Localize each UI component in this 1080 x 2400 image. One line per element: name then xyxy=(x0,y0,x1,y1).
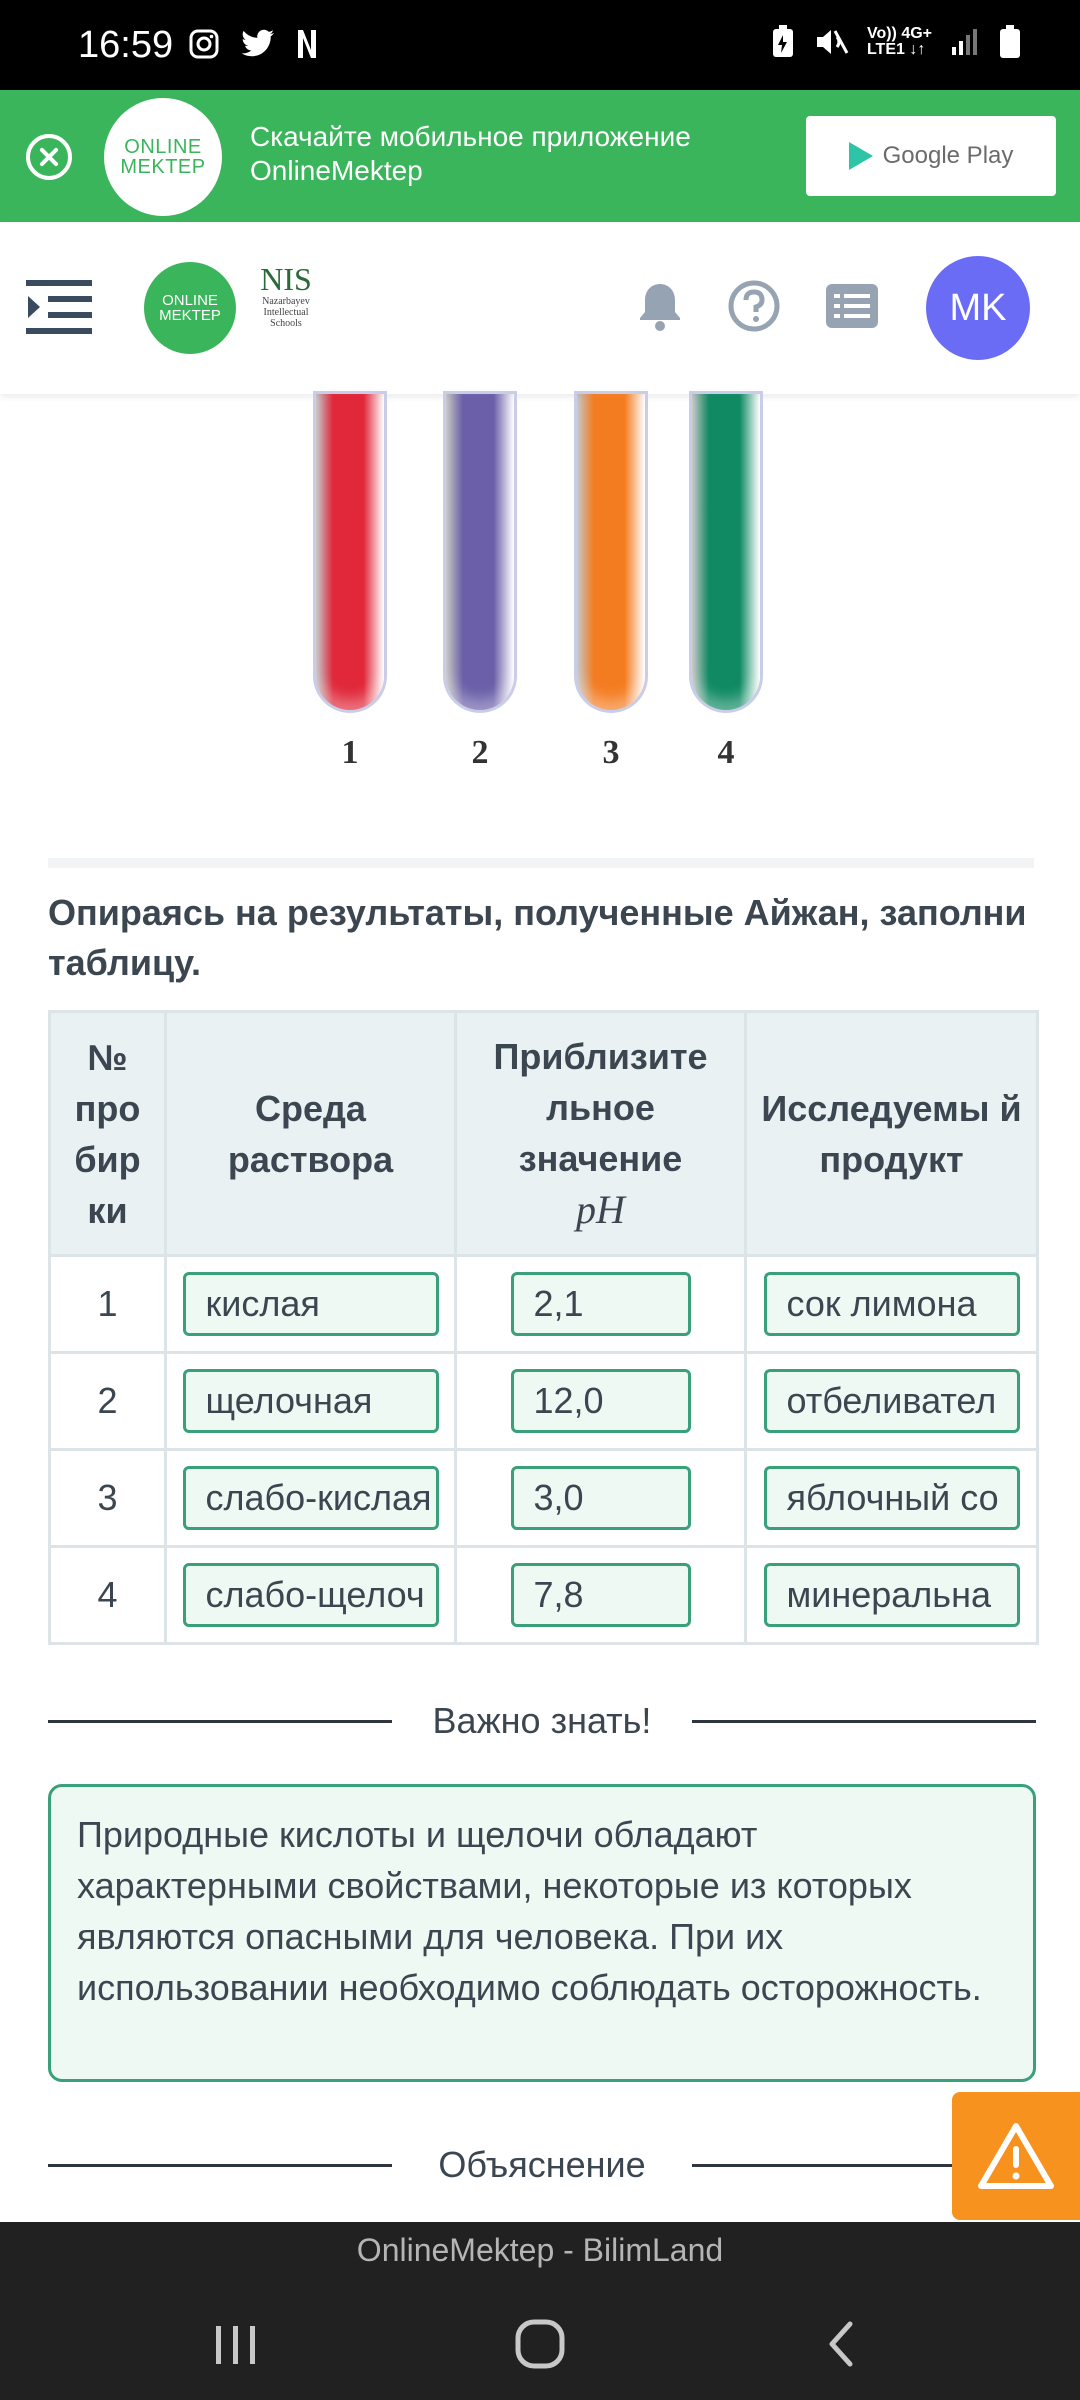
instagram-icon xyxy=(189,29,219,59)
medium-answer-field[interactable]: слабо-щелоч xyxy=(182,1563,439,1627)
ph-answer-field[interactable]: 7,8 xyxy=(510,1563,691,1627)
medium-answer-field[interactable]: кислая xyxy=(182,1272,439,1336)
medium-cell: щелочная xyxy=(164,1351,457,1451)
tube-label: 4 xyxy=(717,734,735,771)
row-number: 2 xyxy=(48,1351,167,1451)
product-answer-field[interactable]: отбеливател xyxy=(763,1369,1020,1433)
title-line-right xyxy=(692,1720,1036,1723)
test-tube-4 xyxy=(692,394,760,710)
status-bar: 16:59 Vo)) 4G+ LTE1 ↓↑ xyxy=(0,0,1080,90)
table-row: 4 слабо-щелоч 7,8 минеральна xyxy=(48,1545,1039,1645)
header-ph: Приблизите льное значение pH xyxy=(454,1010,747,1257)
menu-icon[interactable] xyxy=(26,278,92,338)
nis-sub1: Nazarbayev xyxy=(262,296,310,307)
table-row: 2 щелочная 12,0 отбеливател xyxy=(48,1351,1039,1451)
mute-icon xyxy=(816,30,849,54)
test-tubes-image: 1 2 3 4 xyxy=(0,394,1080,784)
bell-icon[interactable] xyxy=(632,278,688,334)
ph-cell: 3,0 xyxy=(454,1448,747,1548)
important-info-box: Природные кислоты и щелочи обладают хара… xyxy=(48,1784,1036,2082)
logo-line1: ONLINE xyxy=(162,292,218,309)
app-header: ONLINE MEKTEP NIS Nazarbayev Intellectua… xyxy=(0,222,1080,394)
test-tube-3 xyxy=(577,394,645,710)
logo-line2: MEKTEP xyxy=(159,307,221,324)
medium-cell: кислая xyxy=(164,1254,457,1354)
section-divider xyxy=(48,858,1034,868)
twitter-icon xyxy=(241,29,274,57)
test-tube-1 xyxy=(316,394,384,710)
table-header-row: № про бир ки Среда раствора Приблизите л… xyxy=(48,1010,1039,1257)
header-ph-label: Приблизите льное значение xyxy=(493,1036,708,1179)
product-cell: минеральна xyxy=(744,1545,1039,1645)
header-tube-number: № про бир ки xyxy=(48,1010,167,1257)
test-tube-2 xyxy=(446,394,514,710)
network-indicator: Vo)) 4G+ LTE1 ↓↑ xyxy=(867,26,932,58)
medium-answer-field[interactable]: щелочная xyxy=(182,1369,439,1433)
avatar[interactable]: MK xyxy=(926,256,1030,360)
nis-sub3: Schools xyxy=(270,318,302,329)
google-play-icon xyxy=(848,142,873,170)
explanation-section-title: Объяснение xyxy=(48,2140,1036,2190)
network-top-label: Vo)) 4G+ xyxy=(866,25,932,42)
network-bottom-label: LTE1 ↓↑ xyxy=(866,41,926,58)
logo-line1: ONLINE xyxy=(124,136,202,158)
product-answer-field[interactable]: яблочный со xyxy=(763,1466,1020,1530)
app-title-bar: OnlineMektep - BilimLand xyxy=(0,2222,1080,2286)
banner-text-line2: OnlineMektep xyxy=(250,155,423,186)
nis-logo: NIS Nazarbayev Intellectual Schools xyxy=(246,262,326,358)
recent-apps-icon[interactable] xyxy=(206,2314,266,2374)
row-number: 3 xyxy=(48,1448,167,1548)
ph-answer-field[interactable]: 3,0 xyxy=(510,1466,691,1530)
ph-cell: 7,8 xyxy=(454,1545,747,1645)
answer-table: № про бир ки Среда раствора Приблизите л… xyxy=(48,1010,1039,1645)
question-text: Опираясь на результаты, полученные Айжан… xyxy=(48,892,1027,983)
list-icon[interactable] xyxy=(824,278,880,334)
ph-answer-field[interactable]: 12,0 xyxy=(510,1369,691,1433)
banner-text-line1: Скачайте мобильное приложение xyxy=(250,121,691,152)
app-download-banner: ONLINE MEKTEP Скачайте мобильное приложе… xyxy=(0,90,1080,222)
close-icon[interactable] xyxy=(26,134,72,180)
status-time: 16:59 xyxy=(78,24,174,66)
help-icon[interactable] xyxy=(726,278,782,334)
header-product: Исследуемы й продукт xyxy=(744,1010,1039,1257)
row-number: 4 xyxy=(48,1545,167,1645)
ph-cell: 2,1 xyxy=(454,1254,747,1354)
ph-answer-field[interactable]: 2,1 xyxy=(510,1272,691,1336)
home-icon[interactable] xyxy=(510,2314,570,2374)
netflix-icon xyxy=(298,30,316,58)
tube-label: 3 xyxy=(602,734,620,771)
back-icon[interactable] xyxy=(812,2314,872,2374)
product-answer-field[interactable]: сок лимона xyxy=(763,1272,1020,1336)
medium-answer-field[interactable]: слабо-кислая xyxy=(182,1466,439,1530)
tube-label: 1 xyxy=(341,734,359,771)
important-section-title: Важно знать! xyxy=(48,1696,1036,1746)
product-cell: сок лимона xyxy=(744,1254,1039,1354)
product-answer-field[interactable]: минеральна xyxy=(763,1563,1020,1627)
nis-title: NIS xyxy=(260,261,312,297)
medium-cell: слабо-щелоч xyxy=(164,1545,457,1645)
table-row: 1 кислая 2,1 сок лимона xyxy=(48,1254,1039,1354)
google-play-button[interactable]: Google Play xyxy=(806,116,1056,196)
battery-saver-icon xyxy=(772,25,793,57)
google-play-label: Google Play xyxy=(882,142,1014,169)
medium-cell: слабо-кислая xyxy=(164,1448,457,1548)
onlinemektep-logo[interactable]: ONLINE MEKTEP xyxy=(144,262,236,354)
banner-text: Скачайте мобильное приложение OnlineMekt… xyxy=(250,120,691,188)
tube-label: 2 xyxy=(471,734,489,771)
nis-sub2: Intellectual xyxy=(263,307,309,318)
header-medium: Среда раствора xyxy=(164,1010,457,1257)
row-number: 1 xyxy=(48,1254,167,1354)
product-cell: отбеливател xyxy=(744,1351,1039,1451)
product-cell: яблочный со xyxy=(744,1448,1039,1548)
system-nav-bar xyxy=(0,2286,1080,2400)
signal-icon xyxy=(952,29,977,55)
report-problem-button[interactable] xyxy=(952,2092,1080,2220)
table-row: 3 слабо-кислая 3,0 яблочный со xyxy=(48,1448,1039,1548)
logo-line2: MEKTEP xyxy=(120,156,206,178)
battery-icon xyxy=(1000,25,1020,58)
onlinemektep-logo: ONLINE MEKTEP xyxy=(104,98,222,216)
ph-cell: 12,0 xyxy=(454,1351,747,1451)
warning-icon xyxy=(978,2123,1054,2189)
header-ph-math: pH xyxy=(576,1187,625,1232)
